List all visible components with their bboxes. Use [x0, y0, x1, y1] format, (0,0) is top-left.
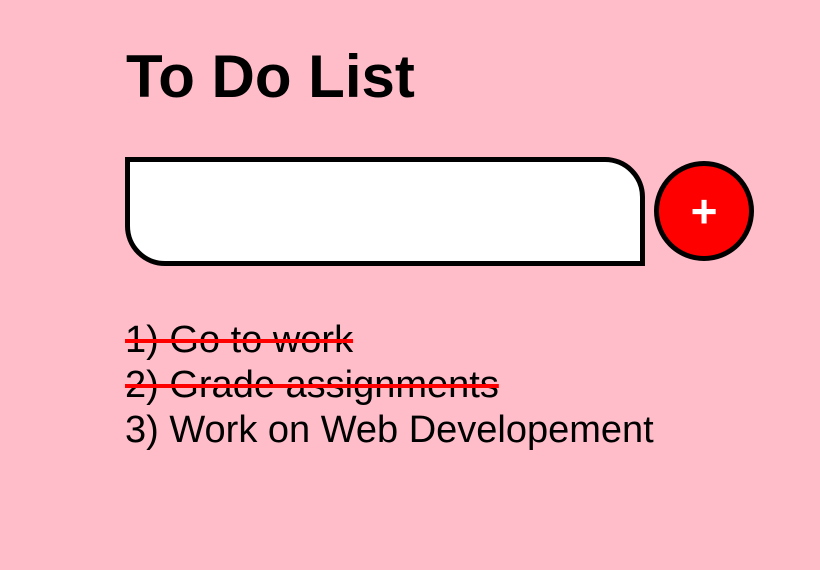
task-input[interactable]: [125, 157, 645, 266]
add-task-button[interactable]: +: [654, 161, 754, 261]
task-item[interactable]: 1) Go to work: [125, 318, 654, 363]
task-item[interactable]: 3) Work on Web Developement: [125, 408, 654, 453]
page-title: To Do List: [126, 43, 415, 110]
task-list: 1) Go to work 2) Grade assignments 3) Wo…: [125, 318, 654, 453]
task-item[interactable]: 2) Grade assignments: [125, 363, 654, 408]
